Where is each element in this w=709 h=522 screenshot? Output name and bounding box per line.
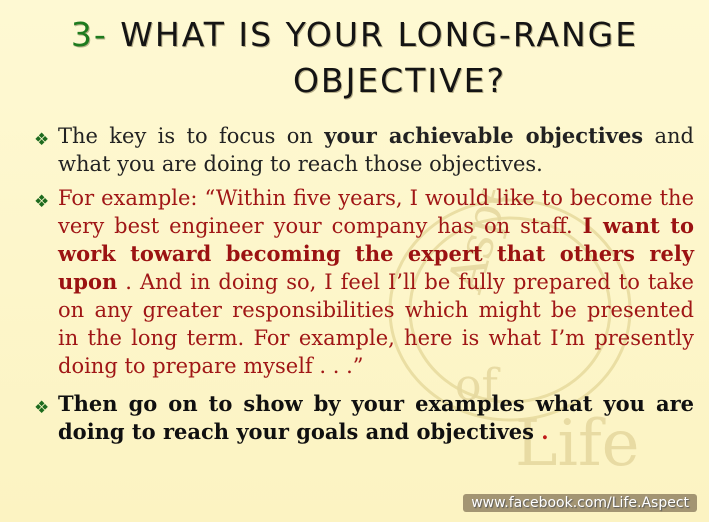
title-line-2: objective?: [292, 61, 507, 100]
bullet-item-1: ❖ The key is to focus on your achievable…: [34, 122, 694, 178]
bullet-text: For example: “Within five years, I would…: [58, 186, 694, 378]
slide-title: 3- What is your long-range objective?: [0, 12, 709, 104]
bullet-text: Then go on to show by your examples what…: [58, 391, 694, 444]
diamond-bullet-icon: ❖: [34, 192, 50, 212]
title-number: 3-: [70, 15, 108, 54]
diamond-bullet-icon: ❖: [34, 398, 50, 418]
bullet-item-3: ❖ Then go on to show by your examples wh…: [34, 390, 694, 446]
bullet-list: ❖ The key is to focus on your achievable…: [34, 122, 694, 448]
facebook-url-footer: www.facebook.com/Life.Aspect: [463, 494, 697, 512]
diamond-bullet-icon: ❖: [34, 130, 50, 150]
bullet-text: The key is to focus on your achievable o…: [58, 123, 694, 176]
bullet-item-2: ❖ For example: “Within five years, I wou…: [34, 184, 694, 380]
title-line-1: What is your long-range: [120, 15, 639, 54]
bullet-emphasis: your achievable objectives: [324, 123, 644, 148]
slide: Aspects of Life 3- What is your long-ran…: [0, 0, 709, 522]
